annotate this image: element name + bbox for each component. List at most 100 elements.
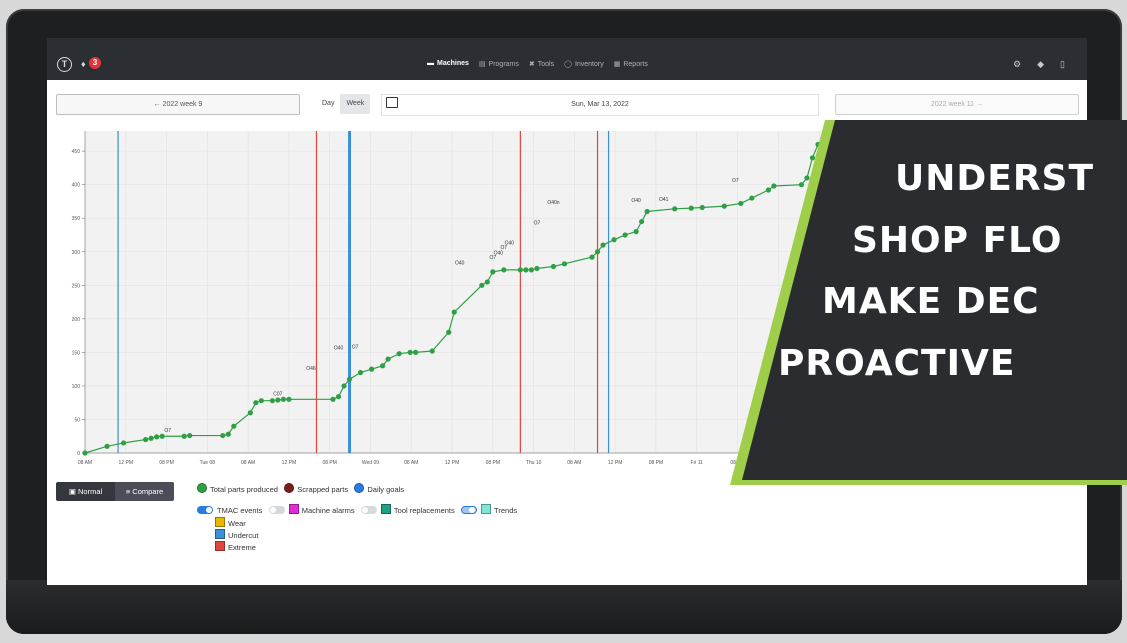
previous-week-button[interactable]: ← 2022 week 9 xyxy=(56,94,300,115)
y-tick-label: 100 xyxy=(72,384,81,390)
data-point xyxy=(622,232,628,238)
data-point xyxy=(341,383,347,389)
data-point xyxy=(484,279,490,285)
top-navigation-bar: T ♦ 3 ▬ Machines ▤ Programs ✖ Tools ◯ Invent… xyxy=(47,38,1087,80)
data-point xyxy=(258,398,264,404)
extreme-swatch-icon xyxy=(215,541,225,551)
document-icon: ▤ xyxy=(478,61,486,68)
data-point xyxy=(672,206,678,212)
data-point xyxy=(385,356,391,362)
y-tick-label: 450 xyxy=(72,149,81,155)
data-point xyxy=(429,348,435,354)
box-icon: ◯ xyxy=(564,61,572,68)
data-point xyxy=(154,434,160,440)
tool-replacements-toggle[interactable] xyxy=(360,506,377,514)
data-point xyxy=(550,263,557,270)
data-point xyxy=(253,400,259,406)
x-tick-label: 08 AM xyxy=(78,460,92,466)
data-point xyxy=(286,396,292,402)
x-tick-label: Tue 08 xyxy=(200,460,216,466)
data-point xyxy=(633,229,639,235)
tools-icon: ✖ xyxy=(528,61,535,68)
data-point xyxy=(148,435,154,441)
machines-icon: ▬ xyxy=(427,60,434,67)
data-point xyxy=(346,376,353,382)
wear-swatch-icon xyxy=(215,517,225,527)
next-week-button[interactable]: 2022 week 11 → xyxy=(835,94,1079,115)
date-picker[interactable]: Sun, Mar 13, 2022 xyxy=(381,94,819,116)
view-mode-toggle: Day Week xyxy=(316,94,371,114)
gear-icon[interactable]: ⚙ xyxy=(1013,59,1021,70)
data-point xyxy=(517,267,523,273)
nav-inventory-label: Inventory xyxy=(574,61,604,68)
point-annotation: O41 xyxy=(659,197,669,203)
data-point xyxy=(82,450,88,456)
y-tick-label: 50 xyxy=(74,417,80,423)
data-point xyxy=(380,363,386,369)
report-icon: ▦ xyxy=(613,61,621,68)
normal-mode-label: Normal xyxy=(78,487,103,496)
nav-inventory[interactable]: ◯ Inventory xyxy=(564,60,604,68)
x-tick-label: 08 PM xyxy=(486,460,500,466)
help-icon[interactable]: ◆ xyxy=(1037,59,1044,70)
nav-reports[interactable]: ▦ Reports xyxy=(614,60,648,68)
machine-alarms-toggle[interactable] xyxy=(268,506,285,514)
undercut-label: Undercut xyxy=(228,531,259,540)
red-dot-icon xyxy=(284,483,295,493)
data-point xyxy=(335,394,342,400)
tmac-events-toggle[interactable] xyxy=(197,506,213,514)
legend-scrapped-label: Scrapped parts xyxy=(297,485,349,494)
point-annotation: O7 xyxy=(164,428,171,434)
tmac-subtypes: Wear Undercut Extreme xyxy=(215,517,258,553)
data-point xyxy=(368,366,375,372)
data-point xyxy=(600,242,606,248)
point-annotation: O40 xyxy=(334,346,344,352)
overlay-line-4: PROACTIVE xyxy=(778,343,1015,384)
point-annotation: O40 xyxy=(505,240,515,246)
normal-mode-button[interactable]: ▣ Normal xyxy=(56,482,115,501)
data-point xyxy=(490,269,496,275)
nav-machines[interactable]: ▬ Machines xyxy=(427,60,469,68)
data-point xyxy=(247,410,253,416)
nav-reports-label: Reports xyxy=(623,61,648,68)
tool-swatch-icon xyxy=(380,504,391,514)
data-point xyxy=(120,440,127,446)
day-view-button[interactable]: Day xyxy=(316,94,340,114)
data-point xyxy=(446,329,452,335)
data-point xyxy=(523,267,529,273)
legend-total[interactable]: Total parts produced xyxy=(197,483,278,494)
date-toolbar: ← 2022 week 9 Day Week Sun, Mar 13, 2022… xyxy=(56,94,1079,116)
data-point xyxy=(451,309,457,315)
tool-replacements-label: Tool replacements xyxy=(393,506,455,515)
data-point xyxy=(534,265,540,272)
y-tick-label: 150 xyxy=(72,350,81,356)
notification-badge[interactable]: 3 xyxy=(89,57,101,69)
x-tick-label: Fri 11 xyxy=(691,460,704,466)
trends-toggle[interactable] xyxy=(461,506,478,514)
data-point xyxy=(528,267,534,273)
trash-icon[interactable]: ▯ xyxy=(1060,59,1065,70)
nav-tools[interactable]: ✖ Tools xyxy=(529,60,554,68)
data-point xyxy=(407,349,413,355)
x-tick-label: 08 PM xyxy=(159,460,173,466)
nav-programs[interactable]: ▤ Programs xyxy=(479,60,519,68)
trend-swatch-icon xyxy=(481,504,492,514)
y-tick-label: 250 xyxy=(72,283,81,289)
data-point xyxy=(159,433,165,439)
data-point xyxy=(220,432,226,439)
nav-tools-label: Tools xyxy=(537,61,555,68)
compare-mode-button[interactable]: ≡ Compare xyxy=(115,482,174,501)
app-logo[interactable]: T xyxy=(57,57,72,72)
blue-dot-icon xyxy=(354,483,365,493)
point-annotation: O40 xyxy=(631,198,641,204)
legend-scrapped[interactable]: Scrapped parts xyxy=(284,483,349,494)
compare-mode-label: Compare xyxy=(132,487,164,496)
calendar-icon[interactable] xyxy=(386,97,398,108)
data-point xyxy=(594,249,601,255)
week-view-button[interactable]: Week xyxy=(340,94,371,114)
legend-goals[interactable]: Daily goals xyxy=(354,483,404,494)
data-point xyxy=(479,282,485,288)
bell-icon[interactable]: ♦ xyxy=(81,59,86,69)
tmac-events-label: TMAC events xyxy=(217,506,263,515)
x-tick-label: 12 PM xyxy=(119,460,133,466)
